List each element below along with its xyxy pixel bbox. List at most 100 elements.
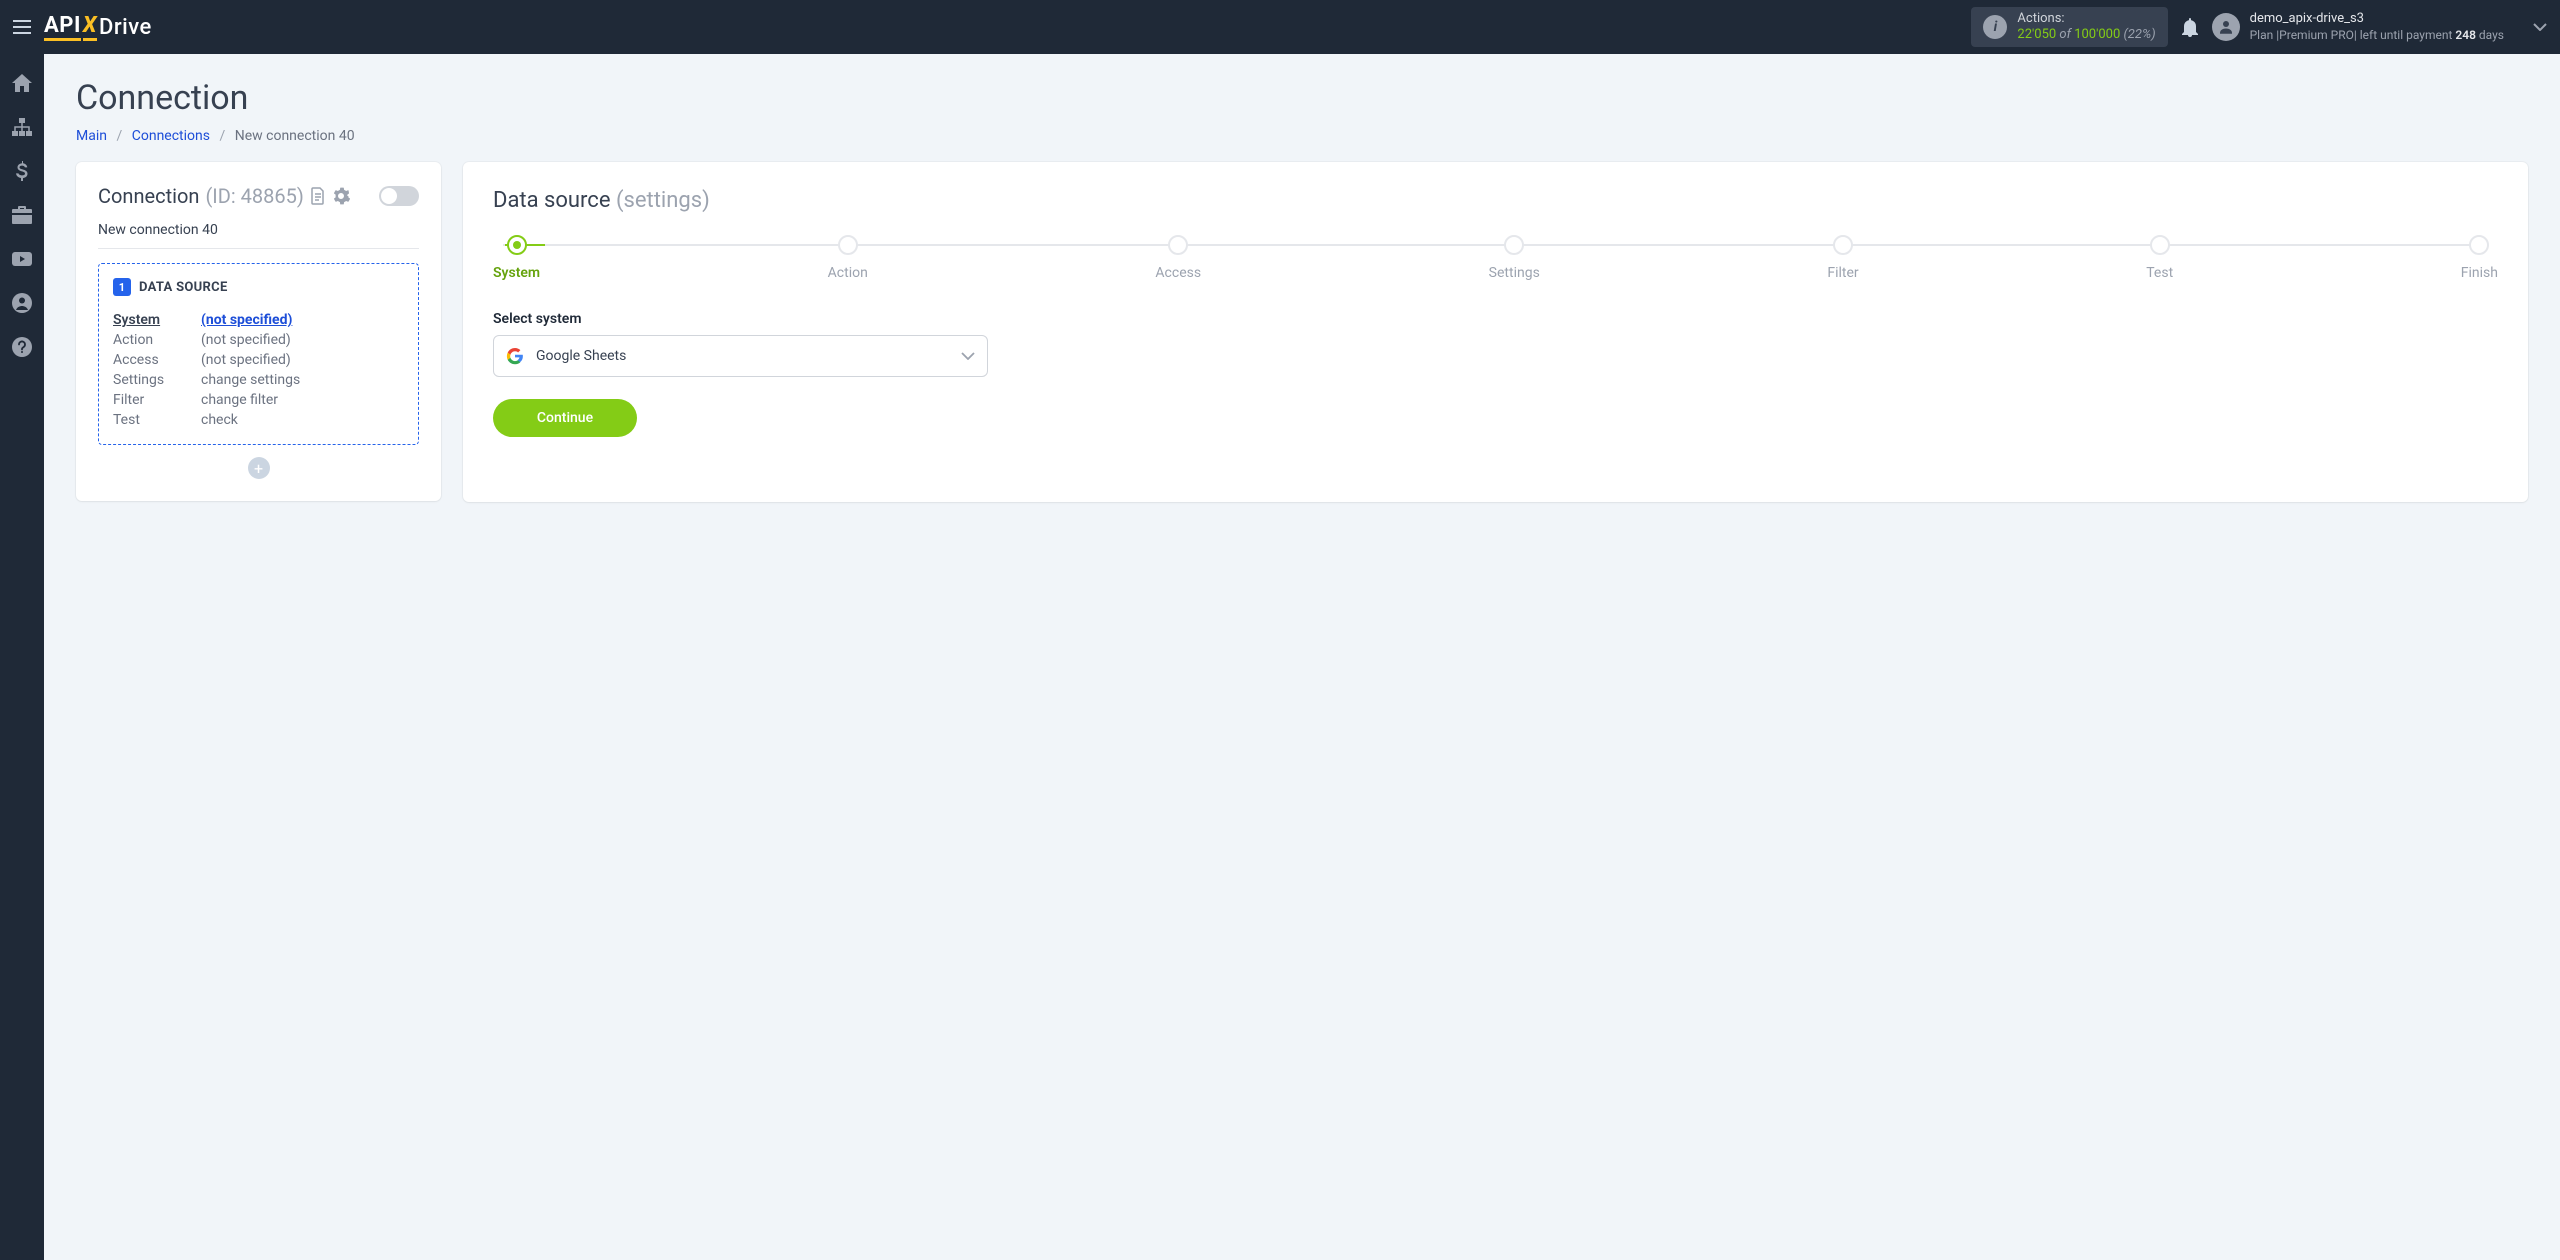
hamburger-menu[interactable] [0, 0, 44, 54]
connection-toggle[interactable] [379, 186, 419, 206]
step-access[interactable]: Access [1155, 235, 1201, 281]
user-plan: Plan |Premium PRO| left until payment 24… [2250, 28, 2504, 44]
chevron-down-icon [2533, 23, 2547, 31]
ds-value: (not specified) [201, 332, 291, 348]
brand-api: API [44, 13, 81, 41]
step-dot [2150, 235, 2170, 255]
step-dot [838, 235, 858, 255]
settings-card: Data source (settings) System Action Acces… [463, 162, 2528, 502]
actions-counter[interactable]: i Actions: 22'050 of 100'000 (22%) [1971, 7, 2167, 47]
sitemap-icon [12, 118, 32, 136]
breadcrumb: Main / Connections / New connection 40 [76, 128, 2528, 144]
settings-title: Data source (settings) [493, 188, 2498, 213]
user-icon [2217, 18, 2235, 36]
select-system-label: Select system [493, 311, 2498, 327]
actions-used: 22'050 [2017, 27, 2056, 42]
rail-home[interactable] [0, 62, 44, 104]
ds-number: 1 [113, 278, 131, 296]
avatar [2212, 13, 2240, 41]
left-rail [0, 54, 44, 1260]
crumb-connections[interactable]: Connections [132, 128, 210, 144]
actions-label: Actions: [2017, 11, 2155, 27]
bell-icon [2181, 17, 2199, 37]
brand-drive: Drive [99, 15, 152, 40]
home-icon [12, 74, 32, 92]
user-name: demo_apix-drive_s3 [2250, 11, 2504, 28]
actions-of: of [2056, 27, 2074, 42]
user-menu-toggle[interactable] [2520, 23, 2560, 31]
info-icon: i [1983, 15, 2007, 39]
rail-video[interactable] [0, 238, 44, 280]
ds-value: (not specified) [201, 352, 291, 368]
ds-key: Settings [113, 372, 201, 388]
ds-row-access[interactable]: Access(not specified) [113, 350, 404, 370]
ds-title: DATA SOURCE [139, 280, 228, 295]
rail-tools[interactable] [0, 194, 44, 236]
connection-id: (ID: 48865) [205, 184, 303, 208]
select-system[interactable]: Google Sheets [493, 335, 988, 377]
actions-total: 100'000 [2074, 27, 2120, 42]
step-label: Access [1155, 265, 1201, 281]
ds-row-action[interactable]: Action(not specified) [113, 330, 404, 350]
step-test[interactable]: Test [2146, 235, 2173, 281]
brand-logo[interactable]: API X Drive [44, 13, 152, 41]
youtube-icon [12, 252, 32, 266]
gear-icon[interactable] [332, 187, 350, 205]
user-circle-icon [12, 293, 32, 313]
step-dot [507, 235, 527, 255]
ds-key: System [113, 312, 201, 328]
ds-value: check [201, 412, 238, 428]
ds-value: change settings [201, 372, 300, 388]
user-menu[interactable]: demo_apix-drive_s3 Plan |Premium PRO| le… [2212, 11, 2520, 43]
briefcase-icon [12, 206, 32, 224]
step-dot [1168, 235, 1188, 255]
step-settings[interactable]: Settings [1489, 235, 1540, 281]
step-finish[interactable]: Finish [2461, 235, 2498, 281]
crumb-current: New connection 40 [235, 128, 355, 144]
add-source-button[interactable]: + [248, 457, 270, 479]
step-label: Finish [2461, 265, 2498, 281]
ds-value[interactable]: (not specified) [201, 312, 292, 328]
step-filter[interactable]: Filter [1827, 235, 1858, 281]
topbar: API X Drive i Actions: 22'050 of 100'000… [0, 0, 2560, 54]
step-label: Filter [1827, 265, 1858, 281]
connection-name: New connection 40 [98, 222, 419, 249]
continue-button[interactable]: Continue [493, 399, 637, 437]
rail-connections[interactable] [0, 106, 44, 148]
document-icon[interactable] [310, 187, 326, 205]
crumb-main[interactable]: Main [76, 128, 107, 144]
page-title: Connection [76, 78, 2528, 118]
ds-table: System(not specified)Action(not specifie… [113, 310, 404, 430]
google-icon [506, 347, 524, 365]
chevron-down-icon [961, 352, 975, 360]
ds-key: Action [113, 332, 201, 348]
connection-label: Connection [98, 184, 199, 208]
ds-value: change filter [201, 392, 278, 408]
brand-x: X [83, 13, 97, 41]
rail-billing[interactable] [0, 150, 44, 192]
ds-row-system[interactable]: System(not specified) [113, 310, 404, 330]
step-label: Test [2146, 265, 2173, 281]
rail-account[interactable] [0, 282, 44, 324]
step-label: Action [828, 265, 868, 281]
data-source-box: 1 DATA SOURCE System(not specified)Actio… [98, 263, 419, 445]
actions-pct: (22%) [2120, 27, 2155, 42]
menu-icon [13, 20, 31, 34]
step-system[interactable]: System [493, 235, 540, 281]
select-system-value: Google Sheets [536, 348, 626, 364]
ds-key: Access [113, 352, 201, 368]
step-dot [1833, 235, 1853, 255]
ds-row-settings[interactable]: Settingschange settings [113, 370, 404, 390]
step-dot [2469, 235, 2489, 255]
ds-row-test[interactable]: Testcheck [113, 410, 404, 430]
step-action[interactable]: Action [828, 235, 868, 281]
step-dot [1504, 235, 1524, 255]
connection-card: Connection (ID: 48865) New connection 40… [76, 162, 441, 501]
step-label: System [493, 265, 540, 281]
ds-key: Test [113, 412, 201, 428]
notifications-button[interactable] [2168, 0, 2212, 54]
stepper: System Action Access Settings Filter Test Fini… [493, 235, 2498, 281]
dollar-icon [16, 161, 28, 181]
rail-help[interactable] [0, 326, 44, 368]
ds-row-filter[interactable]: Filterchange filter [113, 390, 404, 410]
